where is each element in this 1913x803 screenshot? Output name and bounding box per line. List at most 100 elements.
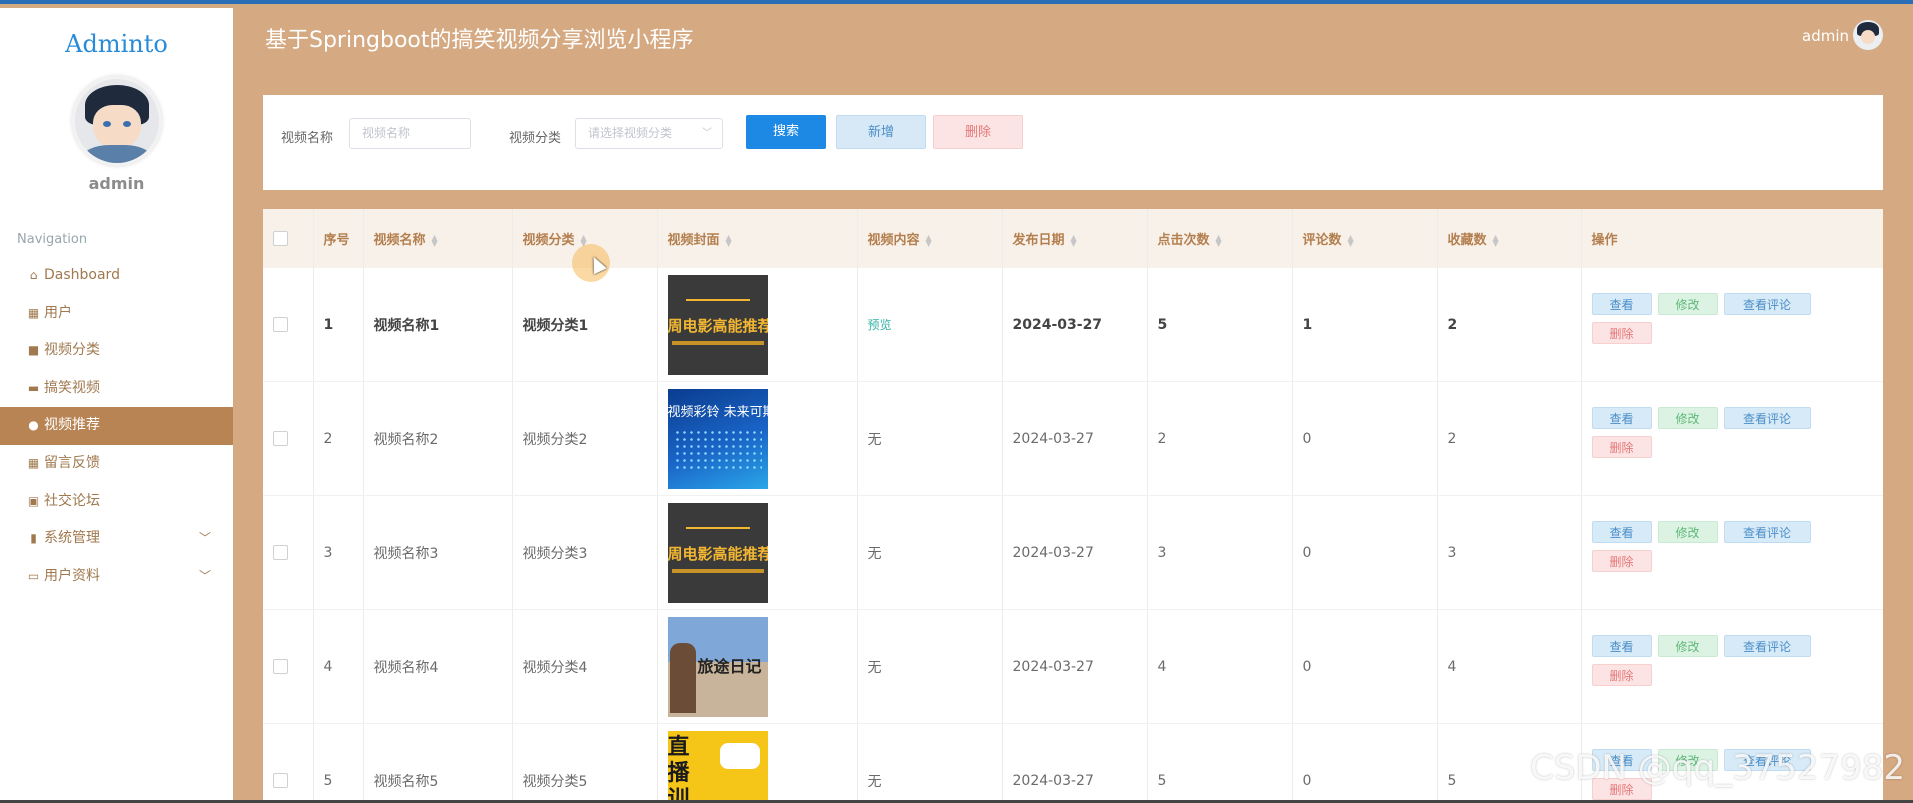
video-name-label: 视频名称 (281, 131, 334, 146)
row-checkbox[interactable] (273, 545, 288, 560)
cell-index: 3 (313, 495, 364, 610)
content-value: 无 (867, 431, 882, 448)
view-comments-button[interactable]: 查看评论 (1723, 520, 1811, 543)
column-header[interactable]: 视频封面 ▲ ▼ (657, 209, 858, 268)
cell-video-category: 视频分类4 (512, 609, 658, 724)
sort-icon[interactable]: ▲ ▼ (1071, 233, 1077, 247)
content-value: 无 (867, 545, 882, 562)
sidebar-item-8[interactable]: ▭ 用户资料 ﹀ (0, 558, 233, 596)
edit-button[interactable]: 修改 (1657, 634, 1718, 657)
column-header-label: 操作 (1591, 233, 1618, 248)
cell-video-content: 预览 (857, 268, 1003, 382)
delete-button[interactable]: 删除 (1591, 549, 1652, 572)
view-comments-button[interactable]: 查看评论 (1723, 292, 1811, 315)
cell-clicks: 2 (1147, 381, 1293, 496)
view-button[interactable]: 查看 (1591, 634, 1652, 657)
header-avatar[interactable] (1853, 20, 1883, 50)
sidebar-item-1[interactable]: ▦ 用户 (0, 295, 233, 333)
video-cover-image[interactable]: 直播训营 (667, 730, 768, 803)
column-header-label: 视频分类 (522, 233, 575, 248)
header-username[interactable]: admin (1802, 27, 1849, 45)
sidebar-item-4[interactable]: ● 视频推荐 (0, 407, 233, 445)
sort-icon[interactable]: ▲ ▼ (926, 233, 932, 247)
column-header: 序号 (313, 209, 364, 268)
column-header[interactable]: 发布日期 ▲ ▼ (1002, 209, 1148, 268)
cell-video-content: 无 (857, 495, 1003, 610)
cover-text: 直播训营 (667, 734, 690, 803)
cell-index: 5 (313, 723, 364, 803)
row-checkbox[interactable] (273, 431, 288, 446)
table-row: 2 视频名称2 视频分类2 视频彩铃 未来可期无 2024-03-27 2 0 2 查看 修改 查看… (263, 381, 1883, 496)
sidebar-item-label: 系统管理 (44, 530, 100, 547)
sidebar-item-label: 视频分类 (44, 342, 100, 359)
delete-button[interactable]: 删除 (1591, 663, 1652, 686)
edit-button[interactable]: 修改 (1657, 520, 1718, 543)
view-comments-button[interactable]: 查看评论 (1723, 406, 1811, 429)
cell-video-category: 视频分类2 (512, 381, 658, 496)
edit-button[interactable]: 修改 (1657, 292, 1718, 315)
view-comments-button[interactable]: 查看评论 (1723, 634, 1811, 657)
cell-actions: 查看 修改 查看评论删除 (1581, 268, 1883, 382)
video-cover-image[interactable]: 周电影高能推荐 (667, 502, 768, 603)
delete-button[interactable]: 删除 (1591, 435, 1652, 458)
sidebar-item-3[interactable]: ▬ 搞笑视频 (0, 370, 233, 408)
bookmark-icon: ■ (27, 343, 40, 358)
column-header[interactable]: 点击次数 ▲ ▼ (1147, 209, 1293, 268)
sidebar: Adminto admin Navigation ⌂ Dashboard ▦ 用户 ■ 视… (0, 8, 233, 803)
row-select-cell (263, 609, 314, 724)
cell-comments: 0 (1292, 381, 1438, 496)
add-button[interactable]: 新增 (836, 115, 926, 149)
cell-video-name: 视频名称2 (363, 381, 513, 496)
cell-publish-date: 2024-03-27 (1002, 723, 1148, 803)
preview-link[interactable]: 预览 (868, 318, 892, 332)
select-all-checkbox[interactable] (273, 231, 288, 246)
row-checkbox[interactable] (273, 317, 288, 332)
top-accent-line (0, 0, 1913, 4)
view-button[interactable]: 查看 (1591, 406, 1652, 429)
sidebar-item-0[interactable]: ⌂ Dashboard (0, 257, 233, 295)
sort-icon[interactable]: ▲ ▼ (1493, 233, 1499, 247)
cell-index: 1 (313, 268, 364, 382)
column-header[interactable]: 视频内容 ▲ ▼ (857, 209, 1003, 268)
sidebar-item-2[interactable]: ■ 视频分类 (0, 332, 233, 370)
cell-publish-date: 2024-03-27 (1002, 495, 1148, 610)
sort-icon[interactable]: ▲ ▼ (432, 233, 438, 247)
sidebar-item-label: 社交论坛 (44, 492, 100, 509)
cell-favorites: 4 (1437, 609, 1582, 724)
cell-comments: 0 (1292, 495, 1438, 610)
sort-icon[interactable]: ▲ ▼ (1348, 233, 1354, 247)
sort-icon[interactable]: ▲ ▼ (726, 233, 732, 247)
row-checkbox[interactable] (273, 773, 288, 788)
table-header-row: 序号 视频名称 ▲ ▼ 视频分类 ▲ ▼ 视频封面 ▲ ▼ 视频内容 ▲ ▼ 发布日期 ▲ ▼ 点击次数 ▲ ▼ 评论… (263, 209, 1883, 268)
video-cover-image[interactable]: 旅途日记 (667, 616, 768, 717)
user-icon: ● (28, 418, 39, 433)
edit-button[interactable]: 修改 (1657, 406, 1718, 429)
column-header[interactable]: 视频名称 ▲ ▼ (363, 209, 513, 268)
sort-icon[interactable]: ▲ ▼ (1216, 233, 1222, 247)
cell-clicks: 5 (1147, 268, 1293, 382)
column-header-label: 视频内容 (867, 233, 920, 248)
video-name-input[interactable]: 视频名称 (349, 118, 471, 149)
sidebar-item-6[interactable]: ▣ 社交论坛 (0, 483, 233, 521)
delete-button[interactable]: 删除 (1591, 321, 1652, 344)
row-checkbox[interactable] (273, 659, 288, 674)
sidebar-item-label: 视频推荐 (44, 417, 100, 434)
table-row: 1 视频名称1 视频分类1 周电影高能推荐 预览 2024-03-27 5 1 2 查看 修改 查看评… (263, 268, 1883, 382)
search-button[interactable]: 搜索 (746, 115, 826, 149)
brand-logo: Adminto (65, 30, 168, 58)
video-cover-image[interactable]: 周电影高能推荐 (667, 274, 768, 375)
category-select-placeholder: 请选择视频分类 (588, 126, 673, 140)
cover-text: 旅途日记 (697, 656, 762, 676)
view-button[interactable]: 查看 (1591, 520, 1652, 543)
column-header[interactable]: 评论数 ▲ ▼ (1292, 209, 1438, 268)
video-category-select[interactable]: 请选择视频分类 ﹀ (575, 118, 723, 149)
cell-publish-date: 2024-03-27 (1002, 268, 1148, 382)
cell-video-cover: 视频彩铃 未来可期 (657, 381, 858, 496)
view-button[interactable]: 查看 (1591, 292, 1652, 315)
column-header[interactable]: 收藏数 ▲ ▼ (1437, 209, 1582, 268)
batch-delete-button[interactable]: 删除 (933, 115, 1023, 149)
video-cover-image[interactable]: 视频彩铃 未来可期 (667, 388, 768, 489)
sidebar-item-7[interactable]: ▮ 系统管理 ﹀ (0, 520, 233, 558)
sidebar-username: admin (88, 174, 145, 193)
sidebar-item-5[interactable]: ▦ 留言反馈 (0, 445, 233, 483)
